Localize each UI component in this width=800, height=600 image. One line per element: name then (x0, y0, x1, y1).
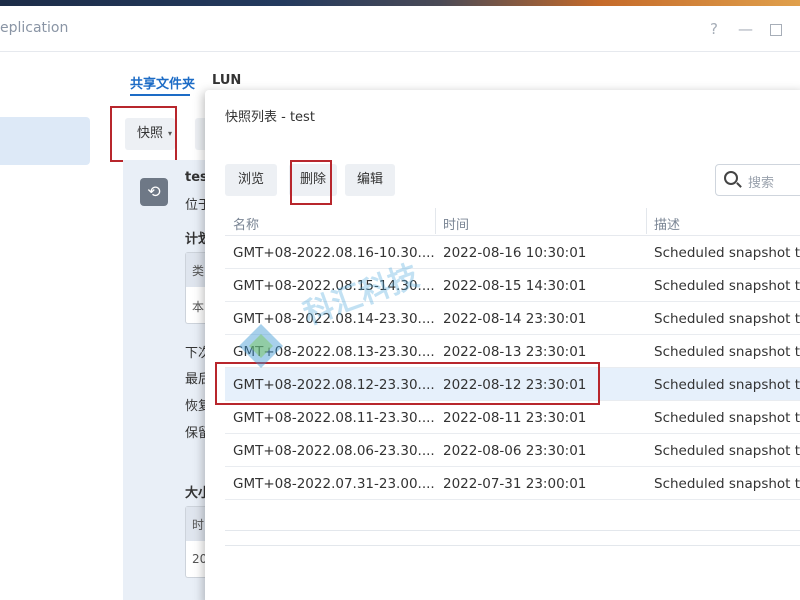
dialog-title: 快照列表 - test (225, 110, 315, 125)
cell-time: 2022-08-11 23:30:01 (443, 410, 587, 426)
cell-name: GMT+08-2022.08.15-14.30.... (233, 278, 435, 294)
cell-name: GMT+08-2022.07.31-23.00.... (233, 476, 435, 492)
column-header-name[interactable]: 名称 (233, 214, 259, 233)
app-title: eplication (0, 20, 69, 36)
table-header: 名称 时间 描述 (225, 206, 800, 236)
search-icon (724, 171, 738, 185)
cell-description: Scheduled snapshot ta (654, 410, 800, 426)
snapshot-history-icon: ⟲ (140, 178, 168, 206)
browse-button[interactable]: 浏览 (225, 164, 277, 196)
size-table-head-cell: 时 (192, 518, 205, 532)
cell-name: GMT+08-2022.08.12-23.30.... (233, 377, 435, 393)
delete-button[interactable]: 删除 (289, 164, 337, 196)
left-nav-active-item[interactable] (0, 117, 90, 165)
snapshot-dropdown-button[interactable]: 快照 ▾ (125, 118, 175, 150)
cell-description: Scheduled snapshot ta (654, 278, 800, 294)
table-row[interactable]: GMT+08-2022.07.31-23.00.... 2022-07-31 2… (225, 467, 800, 500)
cell-description: Scheduled snapshot ta (654, 245, 800, 261)
cell-name: GMT+08-2022.08.11-23.30.... (233, 410, 435, 426)
column-separator[interactable] (435, 208, 436, 234)
cell-description: Scheduled snapshot ta (654, 311, 800, 327)
cell-description: Scheduled snapshot ta (654, 443, 800, 459)
column-header-description[interactable]: 描述 (654, 214, 680, 233)
cell-time: 2022-08-14 23:30:01 (443, 311, 587, 327)
cell-time: 2022-08-16 10:30:01 (443, 245, 587, 261)
chevron-down-icon: ▾ (168, 129, 173, 138)
cell-time: 2022-08-06 23:30:01 (443, 443, 587, 459)
tab-lun[interactable]: LUN (212, 73, 241, 88)
tab-shared-folder[interactable]: 共享文件夹 (130, 73, 195, 92)
cell-time: 2022-08-13 23:30:01 (443, 344, 587, 360)
cell-name: GMT+08-2022.08.14-23.30.... (233, 311, 435, 327)
search-placeholder: 搜索 (748, 176, 775, 191)
column-separator[interactable] (646, 208, 647, 234)
cell-name: GMT+08-2022.08.16-10.30.... (233, 245, 435, 261)
minimize-icon[interactable]: — (738, 20, 753, 38)
cell-description: Scheduled snapshot ta (654, 476, 800, 492)
cell-name: GMT+08-2022.08.13-23.30.... (233, 344, 435, 360)
table-row-selected[interactable]: GMT+08-2022.08.12-23.30.... 2022-08-12 2… (225, 368, 800, 401)
table-row[interactable]: GMT+08-2022.08.06-23.30.... 2022-08-06 2… (225, 434, 800, 467)
table-footer-divider (225, 530, 800, 531)
cell-description: Scheduled snapshot ta (654, 344, 800, 360)
snapshot-list-dialog: 快照列表 - test 浏览 删除 编辑 搜索 名称 时间 描述 GMT+08-… (205, 90, 800, 600)
cell-time: 2022-08-12 23:30:01 (443, 377, 587, 393)
table-row[interactable]: GMT+08-2022.08.16-10.30.... 2022-08-16 1… (225, 236, 800, 269)
cell-time: 2022-08-15 14:30:01 (443, 278, 587, 294)
table-row[interactable]: GMT+08-2022.08.15-14.30.... 2022-08-15 1… (225, 269, 800, 302)
cell-time: 2022-07-31 23:00:01 (443, 476, 587, 492)
table-row[interactable]: GMT+08-2022.08.14-23.30.... 2022-08-14 2… (225, 302, 800, 335)
table-row[interactable]: GMT+08-2022.08.13-23.30.... 2022-08-13 2… (225, 335, 800, 368)
title-bar: eplication ? — (0, 6, 800, 52)
snapshot-button-label: 快照 (137, 126, 164, 141)
schedule-table-cell: 本 (192, 300, 205, 314)
search-input[interactable]: 搜索 (715, 164, 800, 196)
edit-button[interactable]: 编辑 (345, 164, 395, 196)
maximize-icon[interactable] (770, 24, 782, 36)
cell-description: Scheduled snapshot ta (654, 377, 800, 393)
active-tab-indicator (130, 94, 190, 96)
help-icon[interactable]: ? (710, 20, 718, 38)
cell-name: GMT+08-2022.08.06-23.30.... (233, 443, 435, 459)
column-header-time[interactable]: 时间 (443, 214, 469, 233)
schedule-table-head-cell: 类 (192, 264, 205, 278)
table-footer-divider (225, 545, 800, 546)
table-row[interactable]: GMT+08-2022.08.11-23.30.... 2022-08-11 2… (225, 401, 800, 434)
